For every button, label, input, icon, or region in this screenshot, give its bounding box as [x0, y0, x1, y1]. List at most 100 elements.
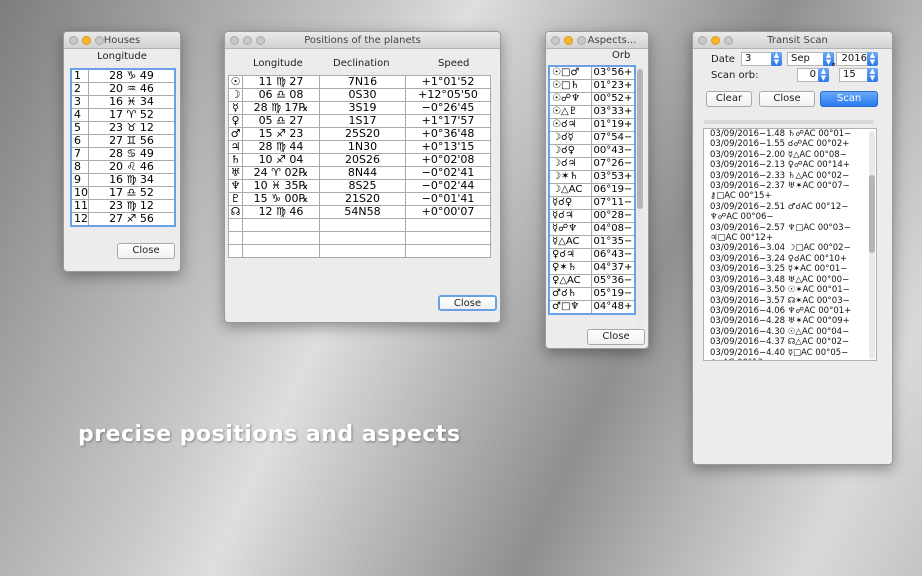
aspect-row[interactable]: ♂□♆ 04°48+: [548, 300, 636, 315]
scan-button[interactable]: Scan: [820, 91, 878, 107]
aspect-row[interactable]: ♀✶♄ 04°37+: [548, 261, 636, 275]
house-number: 9: [70, 173, 89, 187]
planet-lon-cell: 15 ♑ 00℞: [242, 192, 320, 206]
transit-close-button[interactable]: Close: [759, 91, 815, 107]
aspect-row[interactable]: ☽☌♃ 07°26−: [548, 157, 636, 171]
aspect-symbols: ☽✶♄: [548, 170, 592, 184]
aspect-orb: 07°54−: [590, 131, 636, 145]
aspect-row[interactable]: ☽△AC 06°19−: [548, 183, 636, 197]
planet-spd-cell: −0°02'41: [405, 166, 491, 180]
aspect-row[interactable]: ♂☌♄ 05°19−: [548, 287, 636, 301]
close-icon[interactable]: [698, 36, 707, 45]
zoom-icon[interactable]: [256, 36, 265, 45]
aspect-row[interactable]: ☉☍♆ 00°52+: [548, 92, 636, 106]
house-row[interactable]: 8 20 ♌ 46: [70, 160, 176, 174]
transit-scrollbar[interactable]: [869, 131, 875, 359]
planet-lon-cell: 28 ♍ 44: [242, 140, 320, 154]
close-icon[interactable]: [69, 36, 78, 45]
aspect-row[interactable]: ☿☌♃ 00°28−: [548, 209, 636, 223]
zoom-icon[interactable]: [724, 36, 733, 45]
house-number: 3: [70, 95, 89, 109]
aspect-row[interactable]: ☽✶♄ 03°53+: [548, 170, 636, 184]
houses-table[interactable]: 1 28 ♑ 49 2 20 ♒ 46 3 16 ♓ 34 4 17 ♈ 52 5 23 ♉ 12…: [70, 68, 176, 227]
aspect-row[interactable]: ☽☌☿ 07°54−: [548, 131, 636, 145]
house-row[interactable]: 6 27 ♊ 56: [70, 134, 176, 148]
zoom-icon[interactable]: [577, 36, 586, 45]
aspect-row[interactable]: ☿△AC 01°35−: [548, 235, 636, 249]
houses-close-button[interactable]: Close: [117, 243, 175, 259]
minimize-icon[interactable]: [711, 36, 720, 45]
transit-scan-window: Transit Scan Date 3 ▲ ▼ Sep ▲ ▼ 2016 ▲ ▼ Sc…: [692, 31, 893, 465]
clear-button[interactable]: Clear: [706, 91, 752, 107]
planet-row[interactable]: ♅ 24 ♈ 02℞ 8N44 −0°02'41: [228, 166, 491, 180]
planet-row[interactable]: ♀ 05 ♎ 27 1S17 +1°17'57: [228, 114, 491, 128]
minimize-icon[interactable]: [564, 36, 573, 45]
transit-result-line: ♆☍AC 00°06−: [710, 212, 774, 223]
aspect-row[interactable]: ☉△♇ 03°33+: [548, 105, 636, 119]
aspect-row[interactable]: ☉□♂ 03°56+: [548, 65, 636, 80]
empty-row: [228, 231, 491, 245]
aspect-orb: 01°35−: [590, 235, 636, 249]
house-row[interactable]: 4 17 ♈ 52: [70, 108, 176, 122]
planet-lon-cell: 15 ♐ 23: [242, 127, 320, 141]
house-row[interactable]: 11 23 ♍ 12: [70, 199, 176, 213]
house-longitude: 27 ♐ 56: [88, 212, 176, 227]
day-stepper[interactable]: ▲ ▼: [771, 52, 782, 66]
minimize-icon[interactable]: [243, 36, 252, 45]
transit-result-line: 03/09/2016−2.57 ♆□AC 00°03−: [710, 222, 851, 233]
house-row[interactable]: 1 28 ♑ 49: [70, 68, 176, 83]
planet-row[interactable]: ☿ 28 ♍ 17℞ 3S19 −0°26'45: [228, 101, 491, 115]
planet-row[interactable]: ☽ 06 ♎ 08 0S30 +12°05'50: [228, 88, 491, 102]
transit-result-line: 03/09/2016−1.48 ♄☍AC 00°01−: [710, 129, 852, 139]
transit-result-line: 03/09/2016−4.28 ♅✶AC 00°09+: [710, 316, 850, 327]
aspects-scroll-thumb[interactable]: [637, 69, 643, 209]
zoom-icon[interactable]: [95, 36, 104, 45]
aspects-scrollbar[interactable]: [637, 67, 643, 325]
month-select[interactable]: Sep: [787, 52, 827, 66]
house-row[interactable]: 7 28 ♋ 49: [70, 147, 176, 161]
planet-row[interactable]: ♆ 10 ♓ 35℞ 8S25 −0°02'44: [228, 179, 491, 193]
house-row[interactable]: 3 16 ♓ 34: [70, 95, 176, 109]
planet-sym-cell: ♀: [228, 114, 243, 128]
planets-close-button[interactable]: Close: [438, 295, 497, 311]
close-icon[interactable]: [551, 36, 560, 45]
house-row[interactable]: 10 17 ♎ 52: [70, 186, 176, 200]
planet-row[interactable]: ♃ 28 ♍ 44 1N30 +0°13'15: [228, 140, 491, 154]
planet-spd-cell: −0°01'41: [405, 192, 491, 206]
planet-row[interactable]: ♂ 15 ♐ 23 25S20 +0°36'48: [228, 127, 491, 141]
aspects-close-button[interactable]: Close: [587, 329, 645, 345]
aspect-row[interactable]: ☽☌♀ 00°43−: [548, 144, 636, 158]
planet-row[interactable]: ☊ 12 ♍ 46 54N58 +0°00'07: [228, 205, 491, 219]
aspects-titlebar[interactable]: Aspects...: [546, 32, 648, 49]
year-stepper[interactable]: ▲ ▼: [867, 52, 878, 66]
planet-row[interactable]: ♇ 15 ♑ 00℞ 21S20 −0°01'41: [228, 192, 491, 206]
transit-titlebar[interactable]: Transit Scan: [693, 32, 892, 49]
orb-minutes-stepper[interactable]: ▲ ▼: [867, 68, 878, 82]
house-row[interactable]: 5 23 ♉ 12: [70, 121, 176, 135]
aspect-row[interactable]: ☉□♄ 01°23+: [548, 79, 636, 93]
orb-degrees-stepper[interactable]: ▲ ▼: [818, 68, 829, 82]
aspect-row[interactable]: ☿☍♆ 04°08−: [548, 222, 636, 236]
aspect-row[interactable]: ♀☌♃ 06°43−: [548, 248, 636, 262]
aspects-table[interactable]: ☉□♂ 03°56+ ☉□♄ 01°23+ ☉☍♆ 00°52+ ☉△♇ 03°33+ ☉☌♃ 0…: [548, 65, 636, 315]
declination-header: Declination: [333, 58, 390, 69]
degree-sign: °: [831, 62, 836, 73]
planet-row[interactable]: ♄ 10 ♐ 04 20S26 +0°02'08: [228, 153, 491, 167]
aspect-row[interactable]: ☿☌♀ 07°11−: [548, 196, 636, 210]
minimize-icon[interactable]: [82, 36, 91, 45]
planet-sym-cell: ♄: [228, 153, 243, 167]
house-row[interactable]: 12 27 ♐ 56: [70, 212, 176, 227]
close-icon[interactable]: [230, 36, 239, 45]
house-row[interactable]: 2 20 ♒ 46: [70, 82, 176, 96]
planets-table[interactable]: ☉ 11 ♍ 27 7N16 +1°01'52 ☽ 06 ♎ 08 0S30 +12°05'5…: [228, 75, 491, 258]
transit-result-line: ♃□AC 00°12+: [710, 233, 773, 244]
transit-scroll-thumb[interactable]: [869, 175, 875, 253]
houses-column-header: Longitude: [97, 51, 147, 62]
aspect-row[interactable]: ☉☌♃ 01°19+: [548, 118, 636, 132]
transit-results-list[interactable]: 03/09/2016−1.48 ♄☍AC 00°01− 03/09/2016−1.…: [703, 128, 877, 361]
planet-row[interactable]: ☉ 11 ♍ 27 7N16 +1°01'52: [228, 75, 491, 89]
aspect-row[interactable]: ♀△AC 05°36−: [548, 274, 636, 288]
planets-titlebar[interactable]: Positions of the planets: [225, 32, 500, 49]
house-row[interactable]: 9 16 ♍ 34: [70, 173, 176, 187]
houses-titlebar[interactable]: Houses: [64, 32, 180, 49]
